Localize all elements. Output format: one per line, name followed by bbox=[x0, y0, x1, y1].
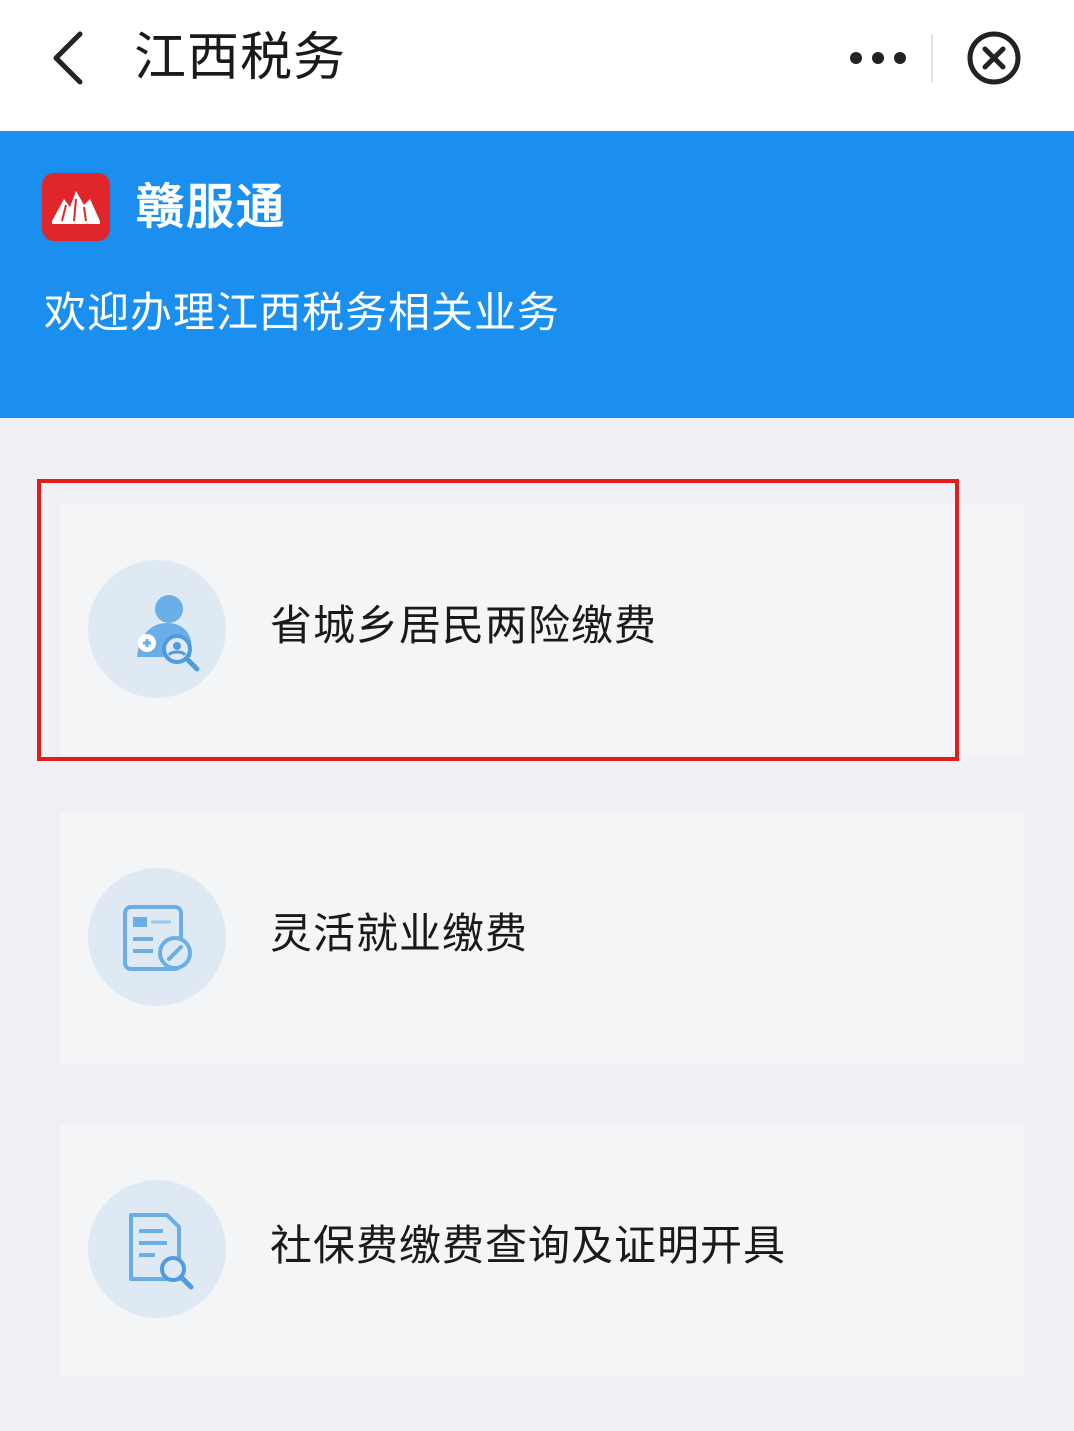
back-button[interactable] bbox=[36, 22, 100, 94]
nav-divider bbox=[931, 34, 933, 82]
service-card-social-security-query[interactable]: 社保费缴费查询及证明开具 bbox=[60, 1124, 1024, 1376]
welcome-banner: 赣服通 欢迎办理江西税务相关业务 bbox=[0, 131, 1074, 418]
chevron-left-icon bbox=[53, 31, 83, 85]
service-card-flexible-employment[interactable]: 灵活就业缴费 bbox=[60, 812, 1024, 1064]
more-dots-icon bbox=[850, 52, 906, 64]
payment-form-icon bbox=[88, 868, 226, 1006]
welcome-text: 欢迎办理江西税务相关业务 bbox=[44, 288, 561, 337]
more-button[interactable] bbox=[840, 30, 916, 86]
service-label: 灵活就业缴费 bbox=[270, 909, 529, 958]
service-label: 社保费缴费查询及证明开具 bbox=[270, 1221, 787, 1270]
page-title: 江西税务 bbox=[134, 28, 347, 88]
brand-name: 赣服通 bbox=[136, 179, 287, 235]
close-circle-icon bbox=[967, 31, 1021, 85]
resident-insurance-icon bbox=[88, 560, 226, 698]
close-button[interactable] bbox=[962, 26, 1026, 90]
service-card-resident-insurance[interactable]: 省城乡居民两险缴费 bbox=[60, 504, 1024, 756]
mountain-logo-icon bbox=[52, 191, 100, 224]
service-label: 省城乡居民两险缴费 bbox=[270, 601, 658, 650]
top-nav-bar: 江西税务 bbox=[0, 0, 1074, 131]
document-search-icon bbox=[88, 1180, 226, 1318]
app-logo bbox=[42, 173, 110, 241]
